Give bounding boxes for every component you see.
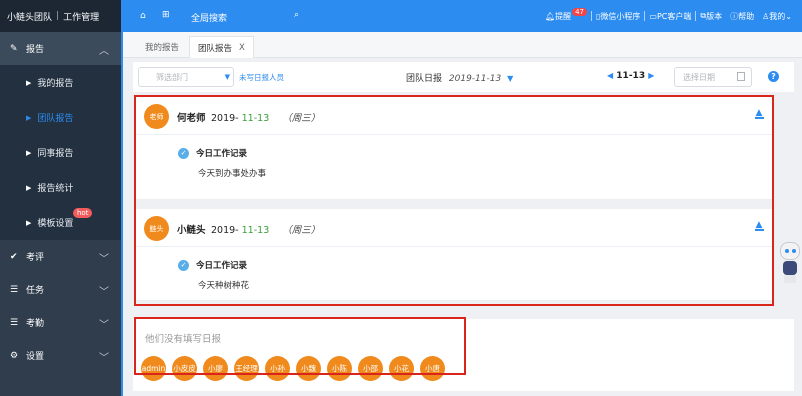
help-label: 帮助 — [738, 11, 755, 21]
caret-down-icon: ▼ — [224, 73, 230, 81]
team-daily-label: 团队日报 — [406, 74, 443, 84]
chevron-down-icon: ⌄ — [785, 11, 792, 21]
chevron-down-icon: ﹀ — [99, 254, 109, 265]
apps-grid-icon[interactable]: ⊞ — [162, 10, 170, 20]
sidebar-item-label: 报告统计 — [37, 184, 74, 194]
sidebar-item-label: 同事报告 — [37, 149, 74, 159]
sidebar-section-label: 考评 — [26, 253, 45, 263]
sidebar-item-label: 团队报告 — [37, 114, 74, 124]
reminder-label: 提醒 — [555, 11, 572, 21]
chevron-down-icon: ﹀ — [99, 353, 109, 364]
sidebar-section-label: 设置 — [26, 352, 45, 362]
date-range-nav: ◀ 11-13 ▶ — [607, 71, 654, 81]
triangle-icon: ▶ — [26, 183, 32, 192]
check-icon: ✔ — [10, 251, 18, 262]
help-button[interactable]: ⓘ 帮助 — [726, 11, 758, 22]
help-icon: ⓘ — [730, 11, 739, 21]
pc-client-button[interactable]: ▭ PC客户端 — [645, 11, 695, 22]
sidebar-item-label: 模板设置 — [37, 219, 74, 229]
top-right-actions: 🔔︎ 提醒 47 ▯ 微信小程序 ▭ PC客户端 ⧉ 版本 ⓘ 帮助 ♙ 我的 … — [541, 0, 796, 32]
tab-team-report[interactable]: 团队报告 X — [189, 36, 254, 58]
range-label: 11-13 — [616, 71, 646, 81]
robot-assistant-icon[interactable] — [776, 242, 802, 284]
pc-label: PC客户端 — [656, 11, 692, 21]
reminder-count-badge: 47 — [572, 8, 588, 16]
reminder-button[interactable]: 🔔︎ 提醒 47 — [541, 8, 591, 22]
sidebar-section-label: 考勤 — [26, 319, 45, 329]
triangle-icon: ▶ — [26, 113, 32, 122]
date-picker-placeholder: 选择日期 — [683, 72, 715, 82]
search-icon[interactable]: ⌕ — [294, 10, 299, 20]
sidebar-section-report[interactable]: ✎ 报告 ︿ — [0, 32, 121, 65]
help-circle-icon[interactable]: ? — [768, 71, 779, 82]
sidebar-item-report-stats[interactable]: ▶ 报告统计 — [0, 170, 121, 205]
sidebar-item-my-report[interactable]: ▶ 我的报告 — [0, 65, 121, 100]
my-account-button[interactable]: ♙ 我的 ⌄ — [758, 11, 796, 22]
gear-icon: ⚙ — [10, 350, 19, 361]
sidebar-item-label: 我的报告 — [37, 79, 74, 89]
not-filled-highlight-box — [134, 317, 466, 375]
wechat-miniprogram-button[interactable]: ▯ 微信小程序 — [592, 11, 644, 22]
tab-bar: 我的报告 团队报告 X — [123, 32, 802, 58]
sidebar-section-settings[interactable]: ⚙ 设置 ﹀ — [0, 339, 121, 372]
sidebar-item-colleague-report[interactable]: ▶ 同事报告 — [0, 135, 121, 170]
me-label: 我的 — [769, 11, 786, 21]
tab-label: 团队报告 — [198, 43, 233, 54]
filter-bar: 筛选部门 ▼ 未写日报人员 团队日报 2019-11-13 ▼ ◀ 11-13 … — [133, 62, 794, 92]
sidebar-section-evaluation[interactable]: ✔ 考评 ﹀ — [0, 240, 121, 273]
sidebar-item-team-report[interactable]: ▶ 团队报告 — [0, 100, 121, 135]
team-daily-title[interactable]: 团队日报 2019-11-13 ▼ — [406, 71, 513, 84]
sidebar-section-label: 报告 — [26, 45, 45, 55]
caret-down-icon: ▼ — [507, 74, 514, 83]
unfilled-people-link[interactable]: 未写日报人员 — [239, 72, 284, 83]
next-arrow-icon[interactable]: ▶ — [648, 71, 654, 80]
triangle-icon: ▶ — [26, 218, 32, 227]
monitor-icon: ▭ — [649, 11, 657, 21]
sidebar-section-attendance[interactable]: ☰ 考勤 ﹀ — [0, 306, 121, 339]
department-placeholder: 筛选部门 — [156, 72, 188, 82]
sidebar-item-template-settings[interactable]: ▶ 模板设置 hot — [0, 205, 121, 240]
chevron-down-icon: ﹀ — [99, 320, 109, 331]
report-submenu: ▶ 我的报告 ▶ 团队报告 ▶ 同事报告 ▶ 报告统计 ▶ 模板设置 hot — [0, 65, 121, 240]
chevron-down-icon: ﹀ — [99, 287, 109, 298]
tab-my-report[interactable]: 我的报告 — [137, 36, 187, 58]
edit-icon: ✎ — [10, 43, 18, 54]
wechat-label: 微信小程序 — [600, 11, 641, 21]
version-label: 版本 — [706, 11, 723, 21]
list-icon: ☰ — [10, 284, 19, 295]
sidebar-section-label: 任务 — [26, 286, 45, 296]
team-name[interactable]: 小鲢头团队 — [7, 10, 52, 23]
prev-arrow-icon[interactable]: ◀ — [607, 71, 613, 80]
sidebar-accent-rail — [121, 0, 123, 396]
chevron-up-icon: ︿ — [99, 46, 109, 57]
date-picker-input[interactable]: 选择日期 — [674, 67, 752, 87]
triangle-icon: ▶ — [26, 78, 32, 87]
top-bar: ⌂ ⊞ 全局搜索 ⌕ 🔔︎ 提醒 47 ▯ 微信小程序 ▭ PC客户端 ⧉ 版本… — [123, 0, 802, 32]
sidebar-section-tasks[interactable]: ☰ 任务 ﹀ — [0, 273, 121, 306]
department-select[interactable]: 筛选部门 ▼ — [138, 67, 234, 87]
global-search-label[interactable]: 全局搜索 — [191, 11, 227, 24]
mode-name[interactable]: 工作管理 — [63, 10, 99, 23]
list-icon: ☰ — [10, 317, 19, 328]
calendar-icon — [737, 72, 745, 81]
user-icon: ♙ — [762, 11, 770, 21]
brand: 小鲢头团队 | 工作管理 — [0, 0, 121, 32]
hot-badge: hot — [73, 208, 93, 218]
triangle-icon: ▶ — [26, 148, 32, 157]
home-icon[interactable]: ⌂ — [140, 11, 146, 21]
close-icon[interactable]: X — [239, 43, 245, 53]
tab-label: 我的报告 — [145, 43, 180, 53]
bell-icon: 🔔︎ — [544, 11, 556, 21]
current-date: 2019-11-13 — [448, 74, 502, 84]
reports-highlight-box — [134, 95, 774, 306]
brand-separator: | — [56, 11, 60, 21]
version-button[interactable]: ⧉ 版本 — [696, 11, 726, 22]
sidebar: 小鲢头团队 | 工作管理 ✎ 报告 ︿ ▶ 我的报告 ▶ 团队报告 ▶ 同事报告… — [0, 0, 121, 396]
